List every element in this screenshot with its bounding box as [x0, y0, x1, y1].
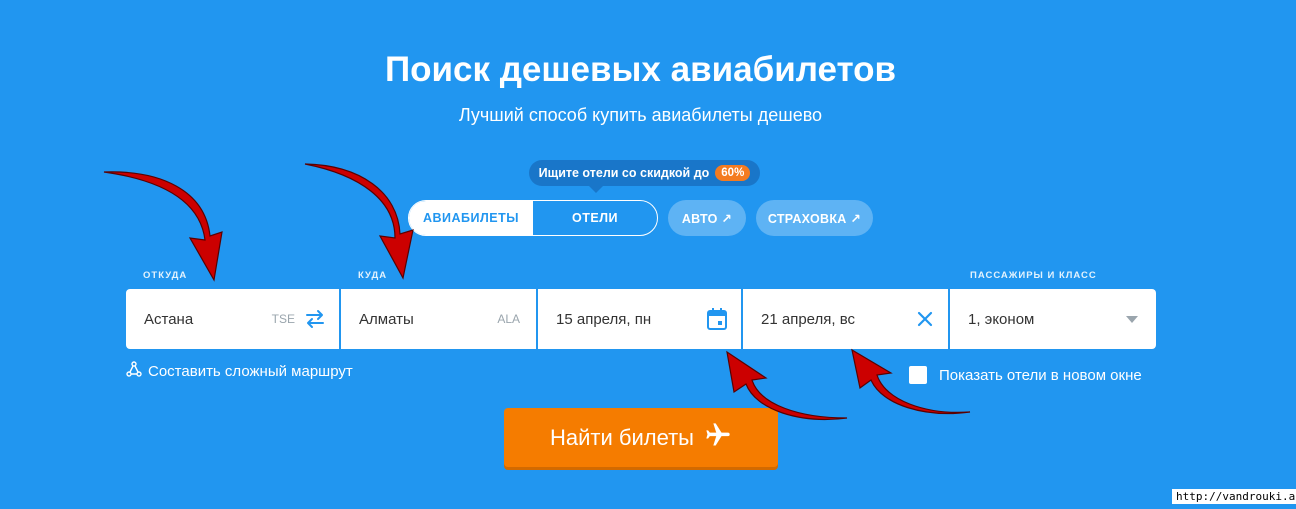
destination-city: Алматы — [359, 310, 414, 328]
chevron-down-icon — [1126, 316, 1138, 323]
promo-text: Ищите отели со скидкой до — [538, 166, 710, 180]
show-hotels-option[interactable]: Показать отели в новом окне — [909, 366, 1142, 384]
hotel-promo-tooltip[interactable]: Ищите отели со скидкой до 60% — [529, 160, 760, 193]
destination-iata: ALA — [497, 312, 520, 326]
route-icon — [126, 361, 142, 381]
search-tickets-button[interactable]: Найти билеты — [504, 408, 778, 467]
page-subtitle: Лучший способ купить авиабилеты дешево — [458, 105, 823, 125]
calendar-icon[interactable] — [707, 308, 727, 330]
destination-field[interactable]: Алматы ALA — [341, 289, 536, 349]
depart-date-field[interactable]: 15 апреля, пн — [538, 289, 741, 349]
tab-flights[interactable]: АВИАБИЛЕТЫ — [409, 201, 533, 235]
origin-city: Астана — [144, 310, 194, 328]
return-date-field[interactable]: 21 апреля, вс — [743, 289, 948, 349]
arrow-origin — [103, 171, 223, 282]
clear-date-icon[interactable] — [916, 310, 934, 328]
passengers-label: ПАССАЖИРЫ И КЛАСС — [970, 270, 1097, 281]
insurance-link-button[interactable]: СТРАХОВКА ↗ — [756, 200, 873, 236]
return-date-value: 21 апреля, вс — [761, 310, 856, 328]
swap-icon[interactable] — [305, 309, 325, 329]
depart-date-value: 15 апреля, пн — [556, 310, 652, 328]
flight-search-form: Астана TSE Алматы ALA 15 апреля, пн 21 а… — [126, 289, 1156, 349]
search-type-tabs: АВИАБИЛЕТЫ ОТЕЛИ — [408, 200, 658, 236]
arrow-destination — [304, 163, 414, 280]
search-button-label: Найти билеты — [549, 424, 694, 450]
watermark: http://vandrouki.asia — [1172, 489, 1296, 504]
tab-hotels[interactable]: ОТЕЛИ — [533, 201, 657, 235]
origin-iata: TSE — [271, 312, 295, 326]
show-hotels-label: Показать отели в новом окне — [939, 366, 1142, 384]
passengers-class-select[interactable]: 1, эконом — [950, 289, 1156, 349]
origin-label: ОТКУДА — [143, 270, 188, 281]
origin-field[interactable]: Астана TSE — [126, 289, 339, 349]
complex-route-label: Составить сложный маршрут — [148, 362, 353, 380]
airplane-icon — [704, 421, 732, 455]
car-link-button[interactable]: АВТО ↗ — [668, 200, 746, 236]
show-hotels-checkbox[interactable] — [909, 366, 927, 384]
complex-route-link[interactable]: Составить сложный маршрут — [126, 361, 353, 381]
destination-label: КУДА — [358, 270, 388, 281]
passengers-value: 1, эконом — [968, 310, 1035, 328]
page-title: Поиск дешевых авиабилетов — [384, 50, 897, 89]
promo-discount-badge: 60% — [715, 165, 751, 181]
